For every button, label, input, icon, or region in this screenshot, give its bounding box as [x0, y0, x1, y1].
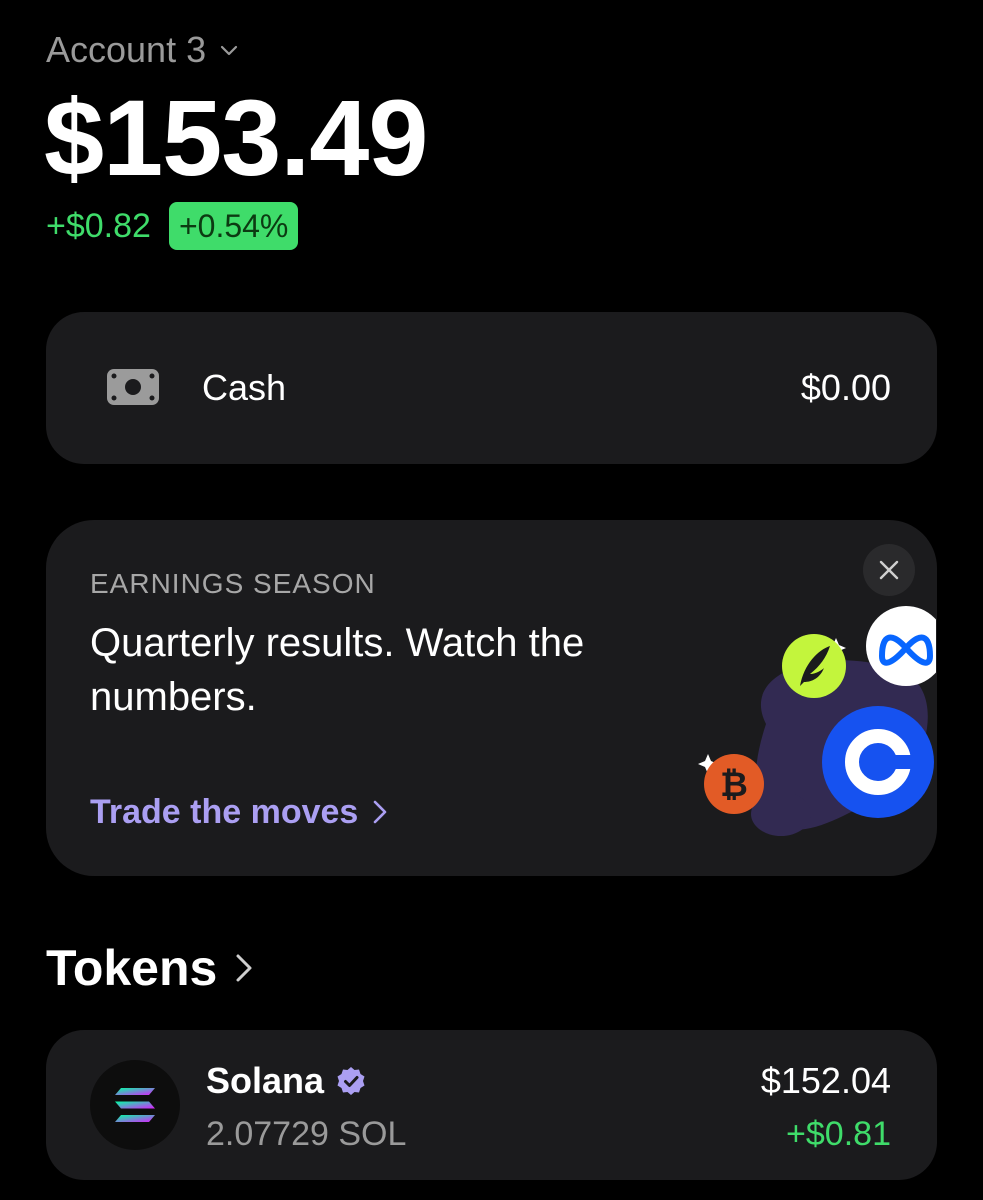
token-name: Solana: [206, 1060, 325, 1101]
cash-icon: [107, 369, 159, 405]
close-icon: [879, 560, 899, 580]
robinhood-logo-icon: [782, 634, 846, 698]
cash-label: Cash: [202, 367, 287, 408]
token-change: +$0.81: [786, 1115, 891, 1153]
promo-card[interactable]: EARNINGS SEASON Quarterly results. Watch…: [46, 520, 937, 876]
promo-eyebrow: EARNINGS SEASON: [90, 568, 376, 599]
promo-cta-link[interactable]: Trade the moves: [90, 790, 388, 834]
promo-cta-label: Trade the moves: [90, 793, 359, 831]
token-row-solana[interactable]: Solana 2.07729 SOL $152.04 +$0.81: [46, 1030, 937, 1180]
account-switcher[interactable]: Account 3: [46, 28, 240, 72]
change-percent-badge: +0.54%: [168, 202, 299, 250]
chevron-right-icon: [374, 800, 387, 824]
tokens-title: Tokens: [46, 940, 218, 996]
bitcoin-logo-icon: ₿: [704, 754, 764, 814]
chevron-down-icon: [221, 45, 238, 56]
total-balance: $153.49: [44, 77, 428, 198]
promo-title: Quarterly results. Watch the numbers.: [90, 621, 585, 719]
cash-card[interactable]: Cash $0.00: [46, 312, 937, 464]
change-absolute: +$0.82: [46, 207, 151, 245]
verified-badge-icon: [337, 1067, 365, 1095]
token-value: $152.04: [760, 1060, 891, 1101]
chevron-right-icon: [236, 954, 252, 982]
token-amount: 2.07729 SOL: [206, 1115, 407, 1153]
promo-close-button[interactable]: [863, 544, 915, 596]
tokens-section-header[interactable]: Tokens: [46, 938, 253, 998]
coinbase-logo-icon: [822, 706, 934, 818]
promo-illustration: ₿: [698, 606, 936, 836]
cash-value: $0.00: [800, 367, 891, 408]
solana-logo-icon: [90, 1060, 180, 1150]
balance-change: +$0.82 +0.54%: [46, 202, 299, 250]
account-name: Account 3: [46, 29, 207, 70]
svg-text:₿: ₿: [720, 766, 748, 804]
token-name-row: Solana: [206, 1058, 366, 1104]
